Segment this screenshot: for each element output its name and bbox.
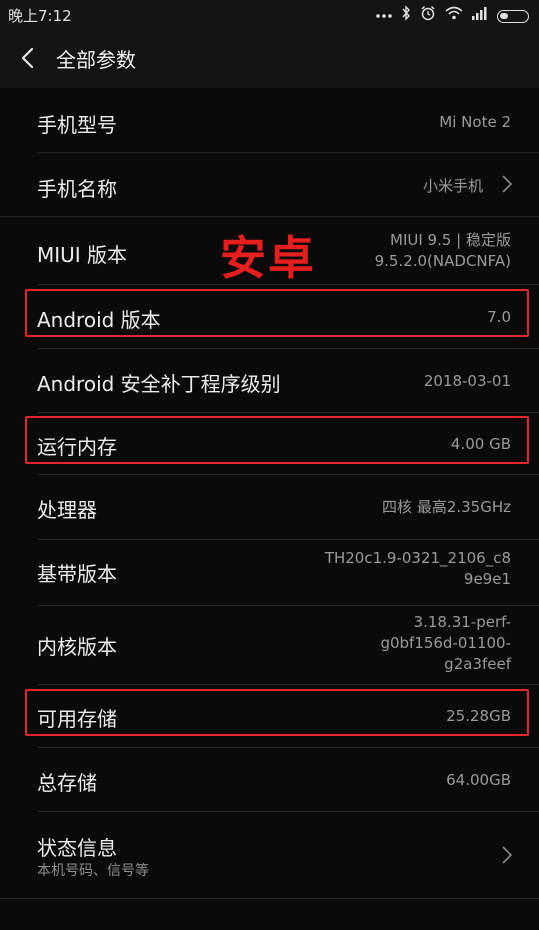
status-bar: 晚上7:12 — [0, 0, 539, 30]
row-value: 64.00GB — [446, 771, 511, 789]
status-icons — [376, 5, 529, 27]
alarm-icon — [420, 5, 436, 27]
row-model: 手机型号 Mi Note 2 — [0, 88, 539, 152]
row-value: 3.18.31-perf-g0bf156d-01100- g2a3feef — [380, 613, 511, 673]
row-processor: 处理器 四核 最高2.35GHz — [0, 475, 539, 539]
battery-icon — [497, 9, 529, 23]
row-total-storage: 总存储 64.00GB — [0, 748, 539, 811]
chevron-right-icon — [502, 175, 513, 193]
chevron-right-icon — [502, 846, 513, 864]
status-time: 晚上7:12 — [8, 7, 72, 25]
row-baseband: 基带版本 TH20c1.9-0321_2106_c8 9e9e1 — [0, 540, 539, 605]
row-device-name[interactable]: 手机名称 小米手机 — [0, 153, 539, 216]
params-list: 手机型号 Mi Note 2 手机名称 小米手机 MIUI 版本 MIUI 9.… — [0, 88, 539, 930]
highlight-box-available-storage — [25, 689, 529, 736]
row-security-patch: Android 安全补丁程序级别 2018-03-01 — [0, 349, 539, 412]
signal-icon — [472, 6, 488, 26]
annotation-label: 安卓 — [220, 231, 316, 285]
row-sublabel: 本机号码、信号等 — [37, 863, 149, 879]
row-label: 处理器 — [37, 498, 97, 522]
row-value: TH20c1.9-0321_2106_c8 9e9e1 — [324, 549, 511, 588]
page-title: 全部参数 — [56, 48, 136, 72]
row-label: 基带版本 — [37, 562, 117, 586]
wifi-icon — [445, 6, 463, 26]
back-button[interactable] — [16, 43, 44, 73]
row-value: Mi Note 2 — [439, 113, 511, 131]
row-value: 小米手机 — [422, 177, 483, 195]
chevron-left-icon — [21, 47, 34, 69]
row-label: 内核版本 — [37, 635, 117, 659]
row-label: Android 安全补丁程序级别 — [37, 372, 281, 396]
row-value: 四核 最高2.35GHz — [382, 498, 511, 516]
row-kernel: 内核版本 3.18.31-perf-g0bf156d-01100- g2a3fee… — [0, 606, 539, 684]
row-label: MIUI 版本 — [37, 243, 128, 267]
bluetooth-icon — [401, 5, 411, 27]
row-value: 2018-03-01 — [423, 372, 511, 390]
row-value: MIUI 9.5 | 稳定版 9.5.2.0(NADCNFA) — [374, 231, 511, 270]
highlight-box-android-version — [25, 289, 529, 337]
row-label: 状态信息 — [37, 836, 117, 860]
page-header: 全部参数 — [0, 30, 539, 88]
more-dots-icon — [376, 7, 392, 25]
row-label: 手机名称 — [37, 177, 117, 201]
row-status-info[interactable]: 状态信息 本机号码、信号等 — [0, 812, 539, 898]
highlight-box-ram — [25, 416, 529, 464]
row-label: 总存储 — [37, 771, 97, 795]
row-label: 手机型号 — [37, 113, 117, 137]
